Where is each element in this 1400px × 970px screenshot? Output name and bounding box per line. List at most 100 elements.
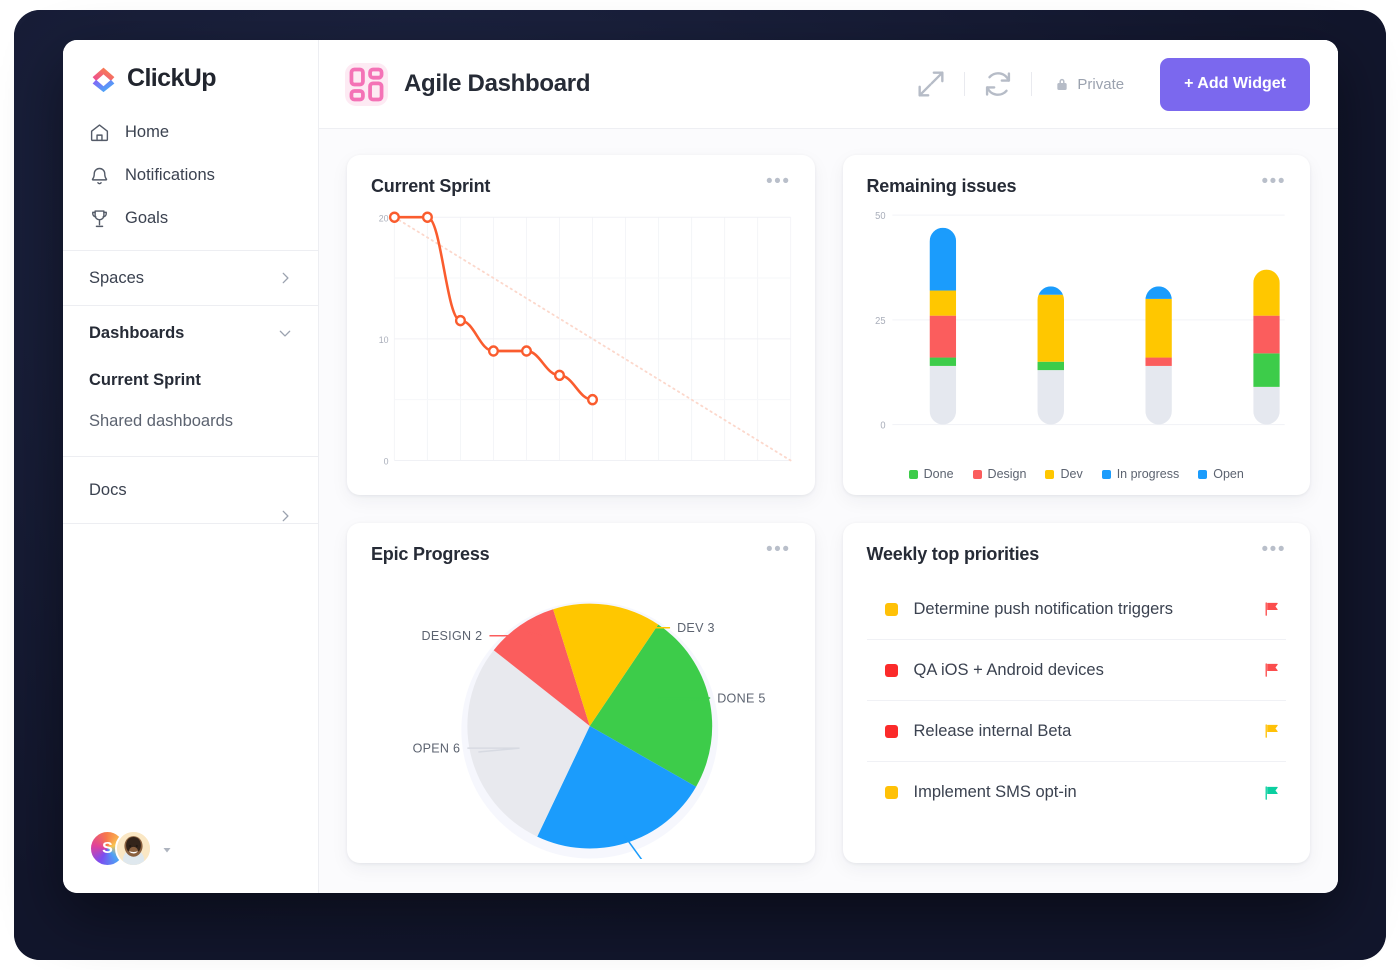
flag-icon[interactable] [1263, 784, 1280, 802]
widget-title: Weekly top priorities [867, 544, 1040, 565]
widget-menu-button[interactable]: ••• [766, 176, 790, 188]
sidebar-item-goals-label: Goals [125, 209, 168, 228]
pie-slice-label: DONE 5 [717, 691, 765, 705]
status-badge[interactable] [885, 664, 898, 677]
svg-text:20: 20 [379, 213, 389, 223]
widget-header: Current Sprint ••• [371, 176, 791, 197]
svg-text:0: 0 [880, 420, 885, 431]
widget-header: Epic Progress ••• [371, 544, 791, 565]
chevron-down-icon[interactable] [161, 843, 173, 855]
avatar-user[interactable] [115, 830, 152, 867]
sidebar-item-shared-dashboards-label: Shared dashboards [89, 412, 233, 431]
widget-weekly-priorities: Weekly top priorities ••• Determine push… [843, 523, 1311, 863]
stacked-bar-chart: 0 25 50 [861, 207, 1293, 451]
widget-current-sprint: Current Sprint ••• 0 10 20 [347, 155, 815, 495]
widget-title: Current Sprint [371, 176, 490, 197]
priority-label: Release internal Beta [914, 722, 1248, 741]
priority-row[interactable]: Implement SMS opt-in [867, 762, 1287, 823]
chart-legend: Done Design Dev In progress Open [843, 467, 1311, 481]
expand-arrows-icon[interactable] [914, 67, 948, 101]
sidebar-item-current-sprint[interactable]: Current Sprint [63, 360, 318, 401]
page-title: Agile Dashboard [404, 70, 590, 98]
sidebar-item-dashboards-label: Dashboards [89, 324, 184, 343]
priority-row[interactable]: QA iOS + Android devices [867, 640, 1287, 701]
sidebar-item-dashboards[interactable]: Dashboards [63, 306, 318, 360]
legend-label: Dev [1060, 467, 1082, 481]
privacy-toggle[interactable]: Private [1048, 76, 1130, 93]
pie-chart: DONE 5IN PROGRESS 5OPEN 6DESIGN 2DEV 3 [357, 567, 805, 859]
brand-logo[interactable]: ClickUp [63, 40, 318, 105]
home-icon [89, 122, 110, 143]
sidebar-item-notifications[interactable]: Notifications [63, 154, 318, 197]
legend-item[interactable]: Open [1198, 467, 1244, 481]
pie-slice-label: OPEN 6 [413, 742, 461, 756]
legend-label: In progress [1117, 467, 1180, 481]
widget-remaining-issues: Remaining issues ••• 0 25 50 Done Design Dev… [843, 155, 1311, 495]
priority-row[interactable]: Release internal Beta [867, 701, 1287, 762]
widget-title: Remaining issues [867, 176, 1017, 197]
lock-icon [1054, 76, 1070, 92]
svg-text:0: 0 [384, 456, 389, 466]
status-badge[interactable] [885, 725, 898, 738]
priority-label: QA iOS + Android devices [914, 661, 1248, 680]
sidebar-item-spaces-label: Spaces [89, 269, 144, 288]
priority-row[interactable]: Determine push notification triggers [867, 579, 1287, 640]
app-window: ClickUp Home Notific [63, 40, 1338, 893]
status-badge[interactable] [885, 786, 898, 799]
legend-swatch [909, 470, 918, 479]
avatar-group[interactable]: S [63, 830, 318, 893]
trophy-icon [89, 208, 110, 229]
svg-text:10: 10 [379, 335, 389, 345]
legend-item[interactable]: Design [973, 467, 1027, 481]
sidebar-item-current-sprint-label: Current Sprint [89, 371, 201, 390]
legend-item[interactable]: In progress [1102, 467, 1180, 481]
widget-header: Remaining issues ••• [867, 176, 1287, 197]
refresh-icon[interactable] [981, 67, 1015, 101]
pie-slice-label: DESIGN 2 [422, 629, 483, 643]
legend-label: Done [924, 467, 954, 481]
add-widget-button[interactable]: + Add Widget [1160, 58, 1310, 111]
legend-swatch [1045, 470, 1054, 479]
svg-text:50: 50 [875, 211, 885, 222]
privacy-label: Private [1077, 76, 1124, 93]
priority-label: Determine push notification triggers [914, 600, 1248, 619]
widget-menu-button[interactable]: ••• [766, 544, 790, 556]
dashboard-grid-icon [345, 63, 388, 106]
topbar: Agile Dashboard [319, 40, 1338, 129]
legend-swatch [973, 470, 982, 479]
chevron-down-icon [278, 326, 292, 340]
legend-item[interactable]: Done [909, 467, 954, 481]
status-badge[interactable] [885, 603, 898, 616]
burndown-chart: 0 10 20 [365, 207, 797, 485]
sidebar-item-docs[interactable]: Docs [63, 457, 318, 523]
widget-menu-button[interactable]: ••• [1262, 544, 1286, 556]
widget-title: Epic Progress [371, 544, 489, 565]
sidebar-item-docs-label: Docs [89, 481, 127, 500]
sidebar-item-spaces[interactable]: Spaces [63, 251, 318, 305]
chevron-right-icon [278, 509, 292, 523]
toolbar-separator [1031, 72, 1032, 96]
widget-grid: Current Sprint ••• 0 10 20 Remaining issue… [319, 129, 1338, 893]
sidebar-item-home-label: Home [125, 123, 169, 142]
priority-label: Implement SMS opt-in [914, 783, 1248, 802]
clickup-logo-icon [89, 64, 118, 93]
sidebar-spacer [63, 524, 318, 830]
flag-icon[interactable] [1263, 722, 1280, 740]
chevron-right-icon [278, 271, 292, 285]
brand-name: ClickUp [127, 64, 216, 93]
flag-icon[interactable] [1263, 600, 1280, 618]
bell-icon [89, 165, 110, 186]
widget-menu-button[interactable]: ••• [1262, 176, 1286, 188]
sidebar-item-home[interactable]: Home [63, 111, 318, 154]
widget-header: Weekly top priorities ••• [867, 544, 1287, 565]
flag-icon[interactable] [1263, 661, 1280, 679]
widget-epic-progress: Epic Progress ••• DONE 5IN PROGRESS 5OPE… [347, 523, 815, 863]
pie-slice-label: DEV 3 [677, 621, 715, 635]
svg-text:25: 25 [875, 316, 885, 327]
sidebar-item-shared-dashboards[interactable]: Shared dashboards [63, 401, 318, 442]
legend-item[interactable]: Dev [1045, 467, 1082, 481]
sidebar-item-goals[interactable]: Goals [63, 197, 318, 240]
primary-nav: Home Notifications [63, 105, 318, 250]
sidebar-item-notifications-label: Notifications [125, 166, 215, 185]
legend-swatch [1198, 470, 1207, 479]
